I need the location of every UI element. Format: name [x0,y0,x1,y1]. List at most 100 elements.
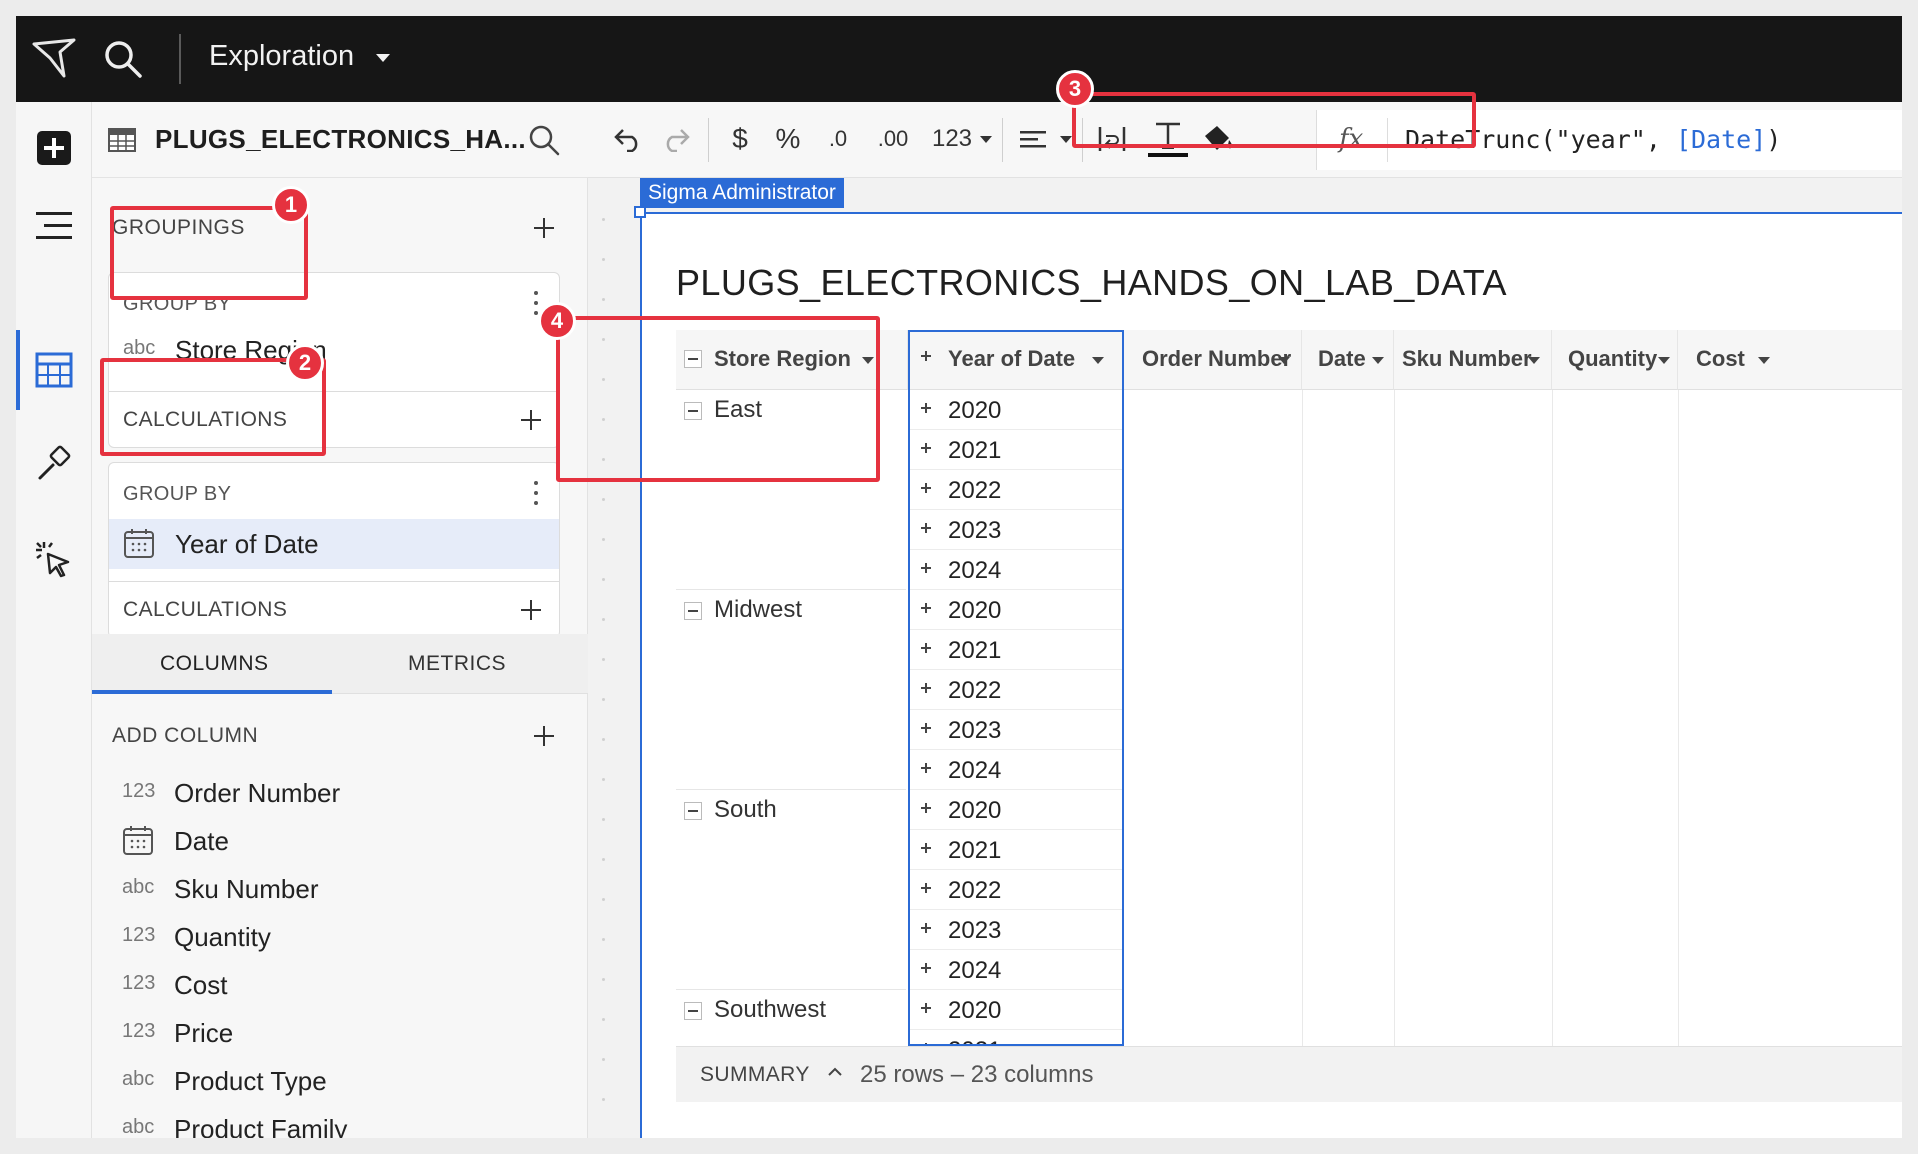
number-format-dropdown[interactable]: 123 [928,118,976,160]
canvas-grid-dot [602,858,605,861]
collapse-icon[interactable] [684,1002,702,1020]
format-button[interactable] [30,440,78,488]
year-row[interactable]: 2020 [908,590,1122,630]
column-item[interactable]: abc Sku Number [108,868,548,908]
year-row[interactable]: 2021 [908,1030,1122,1046]
dataset-name[interactable]: PLUGS_ELECTRONICS_HA... [155,124,526,155]
column-item[interactable]: abc Product Family [108,1108,548,1138]
currency-format-button[interactable]: $ [722,118,758,160]
collapse-icon[interactable] [684,802,702,820]
chevron-down-icon[interactable] [1528,357,1540,364]
year-row[interactable]: 2021 [908,630,1122,670]
expand-icon[interactable] [918,680,936,698]
column-header-quantity[interactable]: Quantity [1552,330,1678,390]
year-row[interactable]: 2022 [908,670,1122,710]
column-header-sku-number[interactable]: Sku Number [1394,330,1552,390]
year-label: 2021 [948,437,1002,464]
year-row[interactable]: 2020 [908,990,1122,1030]
actions-button[interactable] [30,536,78,584]
expand-icon[interactable] [918,400,936,418]
resize-handle[interactable] [634,206,646,218]
year-row[interactable]: 2020 [908,390,1122,430]
column-header-year-of-date[interactable]: Year of Date [908,330,1124,390]
year-row[interactable]: 2024 [908,550,1122,590]
year-row[interactable]: 2021 [908,830,1122,870]
add-element-button[interactable] [30,124,78,172]
column-item[interactable]: 123 Cost [108,964,548,1004]
expand-icon[interactable] [918,440,936,458]
expand-icon[interactable] [918,880,936,898]
percent-format-button[interactable]: % [768,118,808,160]
tab-metrics[interactable]: METRICS [408,652,506,676]
search-icon[interactable] [102,38,144,80]
column-item[interactable]: 123 Price [108,1012,548,1052]
element-title[interactable]: PLUGS_ELECTRONICS_HANDS_ON_LAB_DATA [676,262,1507,304]
decrease-decimals-button[interactable]: .0 [818,118,858,160]
region-group-row[interactable]: South [676,790,906,990]
add-column-icon[interactable] [532,724,556,748]
sigma-logo-icon[interactable] [30,36,78,82]
chevron-down-icon[interactable] [1758,357,1770,364]
expand-icon[interactable] [918,760,936,778]
chevron-up-icon[interactable] [826,1063,844,1081]
year-row[interactable]: 2022 [908,470,1122,510]
column-header-order-number[interactable]: Order Number [1124,330,1302,390]
column-item[interactable]: 123 Order Number [108,772,548,812]
calculations-row: CALCULATIONS [109,581,559,637]
expand-icon[interactable] [918,600,936,618]
expand-icon[interactable] [918,640,936,658]
expand-icon[interactable] [918,348,936,366]
expand-icon[interactable] [918,520,936,538]
expand-icon[interactable] [918,920,936,938]
kebab-menu-icon[interactable] [533,481,539,507]
undo-button[interactable] [610,118,646,160]
add-grouping-icon[interactable] [532,216,556,240]
column-header-date[interactable]: Date [1302,330,1394,390]
year-label: 2024 [948,557,1002,584]
year-row[interactable]: 2020 [908,790,1122,830]
expand-icon[interactable] [918,720,936,738]
redo-button[interactable] [658,118,694,160]
add-calculation-icon[interactable] [519,408,543,432]
chevron-down-icon[interactable] [1278,357,1290,364]
column-item[interactable]: Date [108,820,548,860]
expand-icon[interactable] [918,960,936,978]
year-row[interactable]: 2024 [908,950,1122,990]
year-row[interactable]: 2023 [908,510,1122,550]
chevron-down-icon[interactable] [1060,136,1072,143]
column-header-label: Cost [1696,346,1745,371]
region-group-row[interactable]: Midwest [676,590,906,790]
chevron-down-icon[interactable] [376,54,390,62]
column-header-cost[interactable]: Cost [1678,330,1902,390]
properties-button[interactable] [30,346,78,394]
year-row[interactable]: 2023 [908,910,1122,950]
tab-columns[interactable]: COLUMNS [160,652,269,676]
kebab-menu-icon[interactable] [533,291,539,317]
group-field-year-of-date[interactable]: Year of Date [109,519,559,569]
chevron-down-icon[interactable] [1658,357,1670,364]
expand-icon[interactable] [918,800,936,818]
collapse-icon[interactable] [684,602,702,620]
chevron-down-icon[interactable] [980,136,992,143]
increase-decimals-button[interactable]: .00 [870,118,916,160]
align-dropdown[interactable] [1016,118,1050,160]
expand-icon[interactable] [918,480,936,498]
year-row[interactable]: 2023 [908,710,1122,750]
chevron-down-icon[interactable] [1372,357,1384,364]
year-row[interactable]: 2022 [908,870,1122,910]
summary-bar[interactable]: SUMMARY 25 rows – 23 columns [676,1046,1902,1102]
workbook-title[interactable]: Exploration [209,40,354,73]
column-item[interactable]: abc Product Type [108,1060,548,1100]
chevron-down-icon[interactable] [1092,357,1104,364]
year-row[interactable]: 2024 [908,750,1122,790]
column-item[interactable]: 123 Quantity [108,916,548,956]
expand-icon[interactable] [918,840,936,858]
region-group-row[interactable]: Southwest [676,990,906,1046]
add-calculation-icon[interactable] [519,598,543,622]
expand-icon[interactable] [918,1000,936,1018]
calendar-icon [124,529,154,558]
expand-icon[interactable] [918,560,936,578]
outline-button[interactable] [30,202,78,250]
year-row[interactable]: 2021 [908,430,1122,470]
search-icon[interactable] [526,122,562,158]
